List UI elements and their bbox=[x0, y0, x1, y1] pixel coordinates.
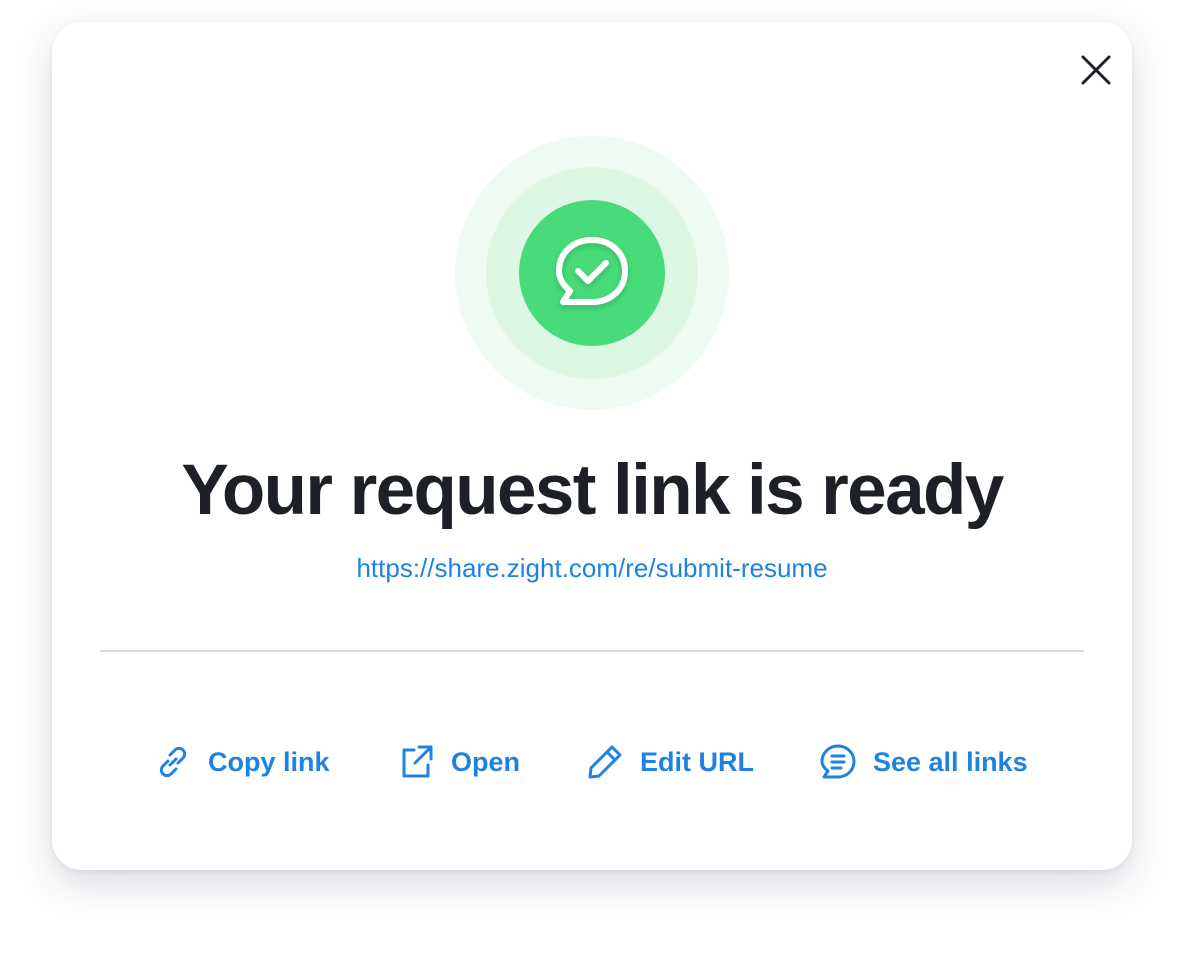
chat-list-icon bbox=[819, 743, 857, 781]
close-icon bbox=[1081, 55, 1111, 85]
copy-link-button[interactable]: Copy link bbox=[154, 740, 330, 784]
open-label: Open bbox=[451, 746, 521, 777]
external-link-icon bbox=[397, 743, 435, 781]
open-button[interactable]: Open bbox=[397, 740, 520, 784]
link-icon bbox=[154, 743, 192, 781]
chat-check-icon bbox=[556, 237, 628, 305]
request-link-dialog: Your request link is ready https://share… bbox=[52, 22, 1132, 870]
see-all-links-button[interactable]: See all links bbox=[819, 740, 1028, 784]
edit-url-button[interactable]: Edit URL bbox=[586, 740, 754, 784]
divider bbox=[100, 650, 1084, 652]
success-badge bbox=[519, 200, 665, 346]
pencil-icon bbox=[586, 743, 624, 781]
dialog-title: Your request link is ready bbox=[181, 451, 1004, 530]
edit-url-label: Edit URL bbox=[640, 746, 754, 777]
see-all-links-label: See all links bbox=[873, 746, 1028, 777]
close-button[interactable] bbox=[1076, 50, 1116, 90]
request-link-url[interactable]: https://share.zight.com/re/submit-resume bbox=[52, 553, 1132, 584]
copy-link-label: Copy link bbox=[208, 746, 330, 777]
